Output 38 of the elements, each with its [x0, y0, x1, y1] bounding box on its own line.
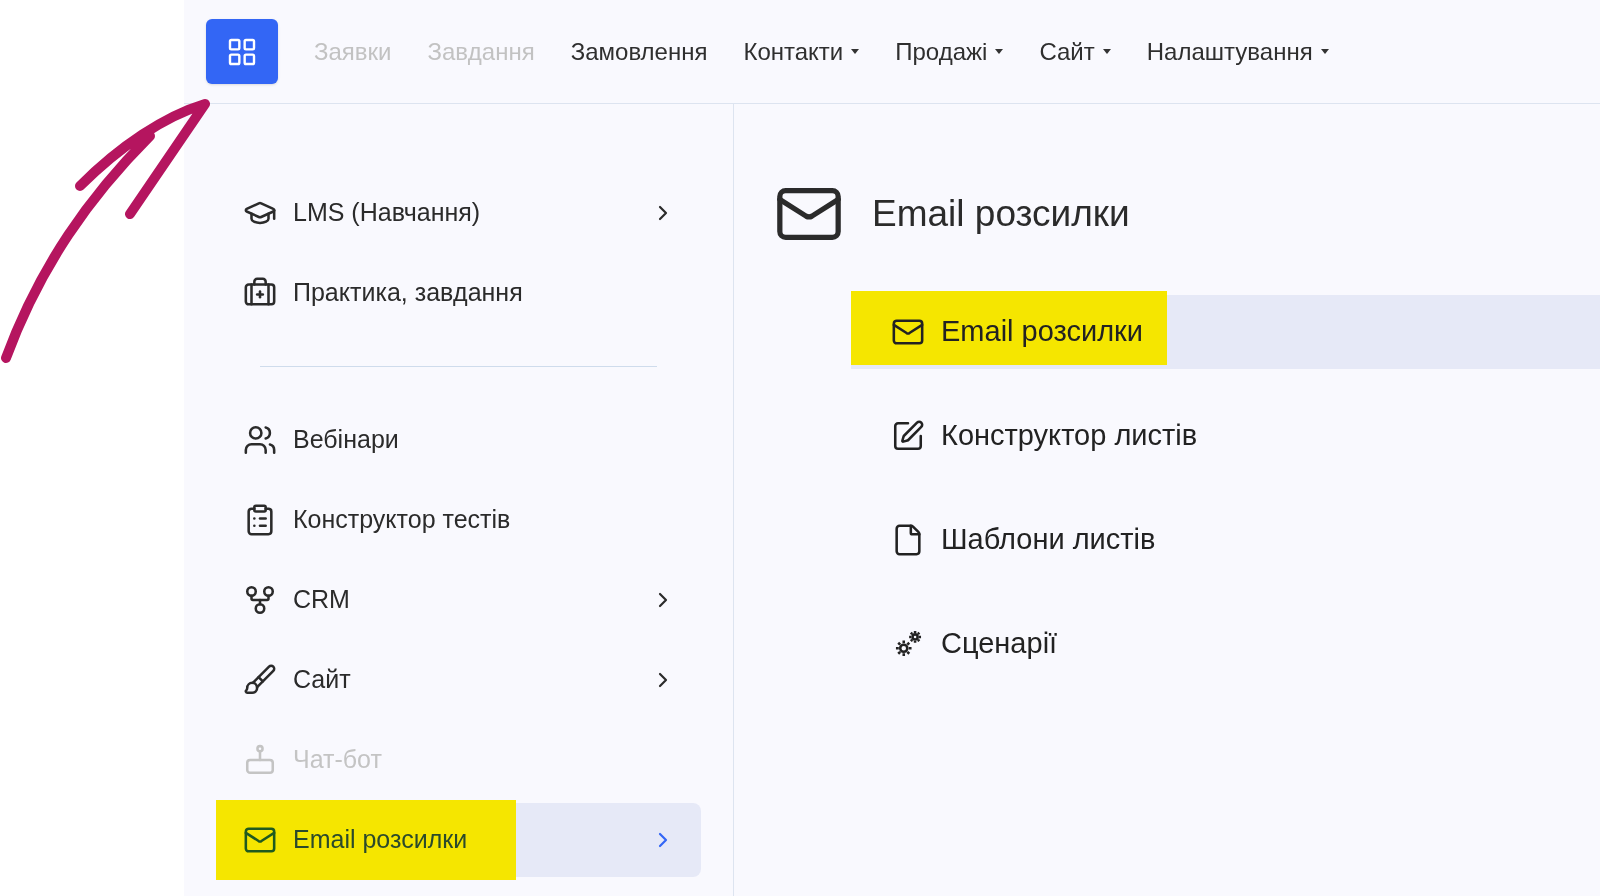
users-icon	[243, 423, 277, 457]
sidebar-menu-item[interactable]: CRM	[216, 563, 701, 637]
submenu-item-label: Сценарії	[941, 626, 1058, 662]
edit-icon	[891, 419, 925, 453]
nav-menu-item[interactable]: Контакти	[743, 33, 860, 70]
sidebar-menu-item[interactable]: Практика, завдання	[216, 256, 701, 330]
sidebar-menu-item[interactable]: LMS (Навчання)	[216, 176, 701, 250]
branch-icon	[243, 583, 277, 617]
nav-menu-item[interactable]: Продажі	[895, 33, 1004, 70]
menu-item-label: Чат-бот	[293, 744, 382, 776]
menu-item-label: Практика, завдання	[293, 277, 523, 309]
submenu-item-label: Шаблони листів	[941, 522, 1156, 558]
submenu-title: Email розсилки	[872, 192, 1130, 237]
caret-icon	[1102, 49, 1111, 54]
submenu-item[interactable]: Конструктор листів	[851, 399, 1600, 473]
submenu-item[interactable]: Сценарії	[851, 607, 1600, 681]
submenu-item-label: Email розсилки	[941, 314, 1143, 350]
caret-icon	[851, 49, 860, 54]
sidebar-menu-item[interactable]: Email розсилки	[216, 803, 701, 877]
sidebar-menu-item[interactable]: Сайт	[216, 643, 701, 717]
robot-icon	[243, 743, 277, 777]
nav-menu-item[interactable]: Сайт	[1039, 33, 1111, 70]
caret-icon	[1320, 49, 1329, 54]
apps-menu-button[interactable]	[206, 19, 278, 84]
nav-menu-item[interactable]: Замовлення	[570, 33, 708, 70]
sidebar-menu-item[interactable]: Вебінари	[216, 403, 701, 477]
menu-item-label: LMS (Навчання)	[293, 197, 481, 229]
menu-item-label: Конструктор тестів	[293, 504, 511, 536]
menu-item-label: Вебінари	[293, 424, 399, 456]
sidebar-menu-item[interactable]: Конструктор тестів	[216, 483, 701, 557]
nav-menu-item[interactable]: Налаштування	[1146, 33, 1329, 70]
menu-item-label: Сайт	[293, 664, 351, 696]
menu-item-label: Email розсилки	[293, 824, 468, 856]
menu-item-label: CRM	[293, 584, 350, 616]
brush-icon	[243, 663, 277, 697]
submenu-item-label: Конструктор листів	[941, 418, 1198, 454]
submenu-item[interactable]: Шаблони листів	[851, 503, 1600, 577]
caret-icon	[995, 49, 1004, 54]
